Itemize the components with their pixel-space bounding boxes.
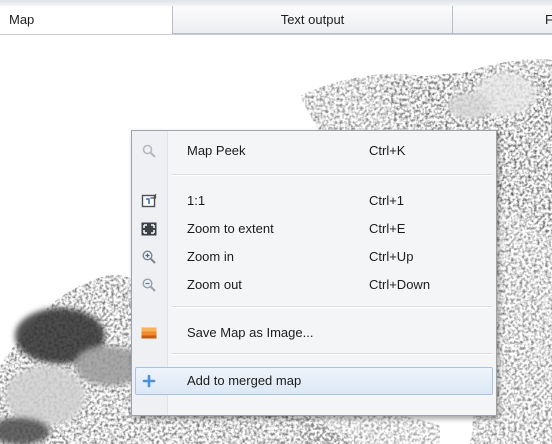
zoom-in-icon	[141, 249, 157, 265]
magnifier-icon	[141, 143, 157, 159]
tab-map[interactable]: Map	[0, 6, 173, 34]
menu-item-zoom-out[interactable]: Zoom out Ctrl+Down	[135, 271, 493, 299]
plus-icon	[141, 373, 157, 389]
menu-item-label: Add to merged map	[187, 373, 302, 388]
zoom-extent-icon	[141, 221, 157, 237]
menu-item-label: Map Peek	[187, 143, 246, 158]
menu-item-zoom-to-extent[interactable]: Zoom to extent Ctrl+E	[135, 215, 493, 243]
tab-divider	[0, 34, 552, 35]
save-image-icon	[141, 325, 157, 341]
menu-separator	[172, 353, 492, 355]
menu-item-one-to-one[interactable]: 1:1 Ctrl+1	[135, 187, 493, 215]
tab-third[interactable]: F	[452, 6, 552, 34]
menu-item-shortcut: Ctrl+K	[369, 143, 406, 158]
menu-item-shortcut: Ctrl+Down	[369, 277, 431, 292]
menu-separator	[172, 306, 492, 308]
menu-item-save-map-image[interactable]: Save Map as Image...	[135, 319, 493, 347]
menu-item-shortcut: Ctrl+1	[369, 193, 405, 208]
menu-item-add-to-merged-map[interactable]: Add to merged map	[135, 367, 493, 395]
menu-item-map-peek[interactable]: Map Peek Ctrl+K	[135, 137, 493, 165]
menu-item-label: 1:1	[187, 193, 206, 208]
menu-item-label: Zoom in	[187, 249, 234, 264]
tab-text-output[interactable]: Text output	[172, 6, 453, 34]
menu-item-shortcut: Ctrl+E	[369, 221, 406, 236]
menu-item-label: Save Map as Image...	[187, 325, 314, 340]
one-to-one-icon	[141, 193, 157, 209]
tab-bar: Map Text output F	[0, 0, 552, 36]
context-menu: Map Peek Ctrl+K 1:1 Ctrl+1 Zoom to exten…	[131, 130, 497, 416]
menu-item-label: Zoom to extent	[187, 221, 274, 236]
zoom-out-icon	[141, 277, 157, 293]
menu-item-label: Zoom out	[187, 277, 242, 292]
menu-item-shortcut: Ctrl+Up	[369, 249, 414, 264]
menu-item-zoom-in[interactable]: Zoom in Ctrl+Up	[135, 243, 493, 271]
menu-separator	[172, 174, 492, 176]
